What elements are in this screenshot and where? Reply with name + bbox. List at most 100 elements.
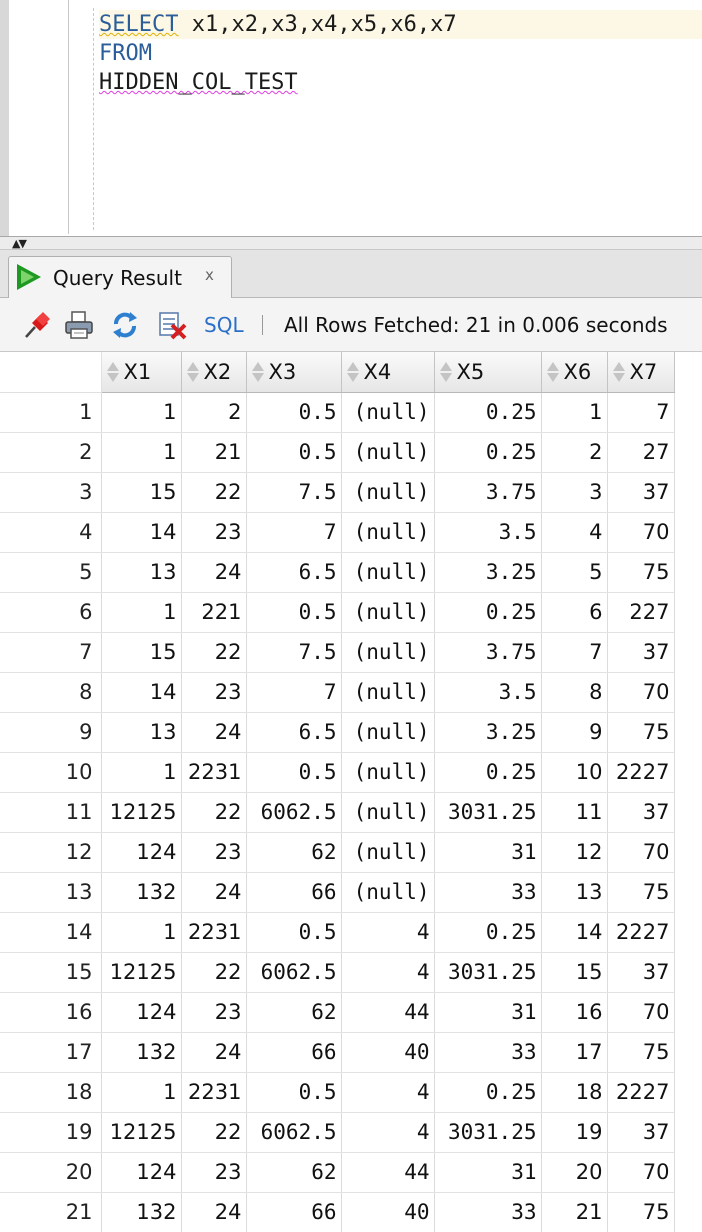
cell-x5[interactable]: 3.5 xyxy=(434,512,542,553)
cell-x6[interactable]: 9 xyxy=(541,712,608,753)
cell-x1[interactable]: 15 xyxy=(101,632,182,673)
row-number[interactable]: 18 xyxy=(0,1072,102,1113)
cell-x6[interactable]: 4 xyxy=(541,512,608,553)
panel-splitter[interactable]: ▲▼ xyxy=(0,236,702,250)
cell-x7[interactable]: 75 xyxy=(607,872,675,913)
cell-x2[interactable]: 2 xyxy=(181,392,247,433)
table-row[interactable]: 13 132 24 66 (null) 33 13 75 xyxy=(0,872,675,913)
cell-x4[interactable]: (null) xyxy=(341,512,435,553)
sort-icon[interactable] xyxy=(251,361,265,383)
cell-x2[interactable]: 22 xyxy=(181,1112,247,1153)
cell-x1[interactable]: 132 xyxy=(101,872,182,913)
cell-x3[interactable]: 7.5 xyxy=(246,632,342,673)
cell-x4[interactable]: (null) xyxy=(341,632,435,673)
cell-x6[interactable]: 14 xyxy=(541,912,608,953)
cell-x7[interactable]: 70 xyxy=(607,672,675,713)
row-number[interactable]: 17 xyxy=(0,1032,102,1073)
cell-x5[interactable]: 3031.25 xyxy=(434,1112,542,1153)
cell-x1[interactable]: 1 xyxy=(101,912,182,953)
cell-x3[interactable]: 0.5 xyxy=(246,752,342,793)
cell-x1[interactable]: 13 xyxy=(101,552,182,593)
cell-x6[interactable]: 11 xyxy=(541,792,608,833)
cell-x6[interactable]: 13 xyxy=(541,872,608,913)
cell-x5[interactable]: 0.25 xyxy=(434,432,542,473)
cell-x2[interactable]: 23 xyxy=(181,992,247,1033)
cell-x4[interactable]: 40 xyxy=(341,1032,435,1073)
table-row[interactable]: 5 13 24 6.5 (null) 3.25 5 75 xyxy=(0,552,675,593)
row-number[interactable]: 11 xyxy=(0,792,102,833)
cell-x2[interactable]: 22 xyxy=(181,632,247,673)
cell-x4[interactable]: 40 xyxy=(341,1192,435,1232)
cell-x7[interactable]: 75 xyxy=(607,1192,675,1232)
cell-x3[interactable]: 7 xyxy=(246,512,342,553)
row-number[interactable]: 3 xyxy=(0,472,102,513)
cell-x2[interactable]: 22 xyxy=(181,792,247,833)
cell-x6[interactable]: 16 xyxy=(541,992,608,1033)
cell-x1[interactable]: 14 xyxy=(101,672,182,713)
cell-x3[interactable]: 6062.5 xyxy=(246,952,342,993)
cell-x1[interactable]: 132 xyxy=(101,1032,182,1073)
refresh-icon[interactable] xyxy=(110,310,140,340)
cell-x2[interactable]: 22 xyxy=(181,472,247,513)
table-row[interactable]: 16 124 23 62 44 31 16 70 xyxy=(0,992,675,1033)
column-header-x5[interactable]: X5 xyxy=(434,352,542,393)
cell-x5[interactable]: 31 xyxy=(434,992,542,1033)
column-header-x1[interactable]: X1 xyxy=(101,352,182,393)
table-row[interactable]: 1 1 2 0.5 (null) 0.25 1 7 xyxy=(0,392,675,433)
table-row[interactable]: 19 12125 22 6062.5 4 3031.25 19 37 xyxy=(0,1112,675,1153)
cell-x4[interactable]: (null) xyxy=(341,712,435,753)
cell-x5[interactable]: 0.25 xyxy=(434,1072,542,1113)
cell-x4[interactable]: 4 xyxy=(341,1072,435,1113)
row-number[interactable]: 9 xyxy=(0,712,102,753)
cell-x3[interactable]: 6062.5 xyxy=(246,792,342,833)
table-row[interactable]: 3 15 22 7.5 (null) 3.75 3 37 xyxy=(0,472,675,513)
cell-x1[interactable]: 13 xyxy=(101,712,182,753)
cell-x6[interactable]: 3 xyxy=(541,472,608,513)
cell-x4[interactable]: (null) xyxy=(341,552,435,593)
table-row[interactable]: 6 1 221 0.5 (null) 0.25 6 227 xyxy=(0,592,675,633)
cell-x4[interactable]: (null) xyxy=(341,432,435,473)
table-row[interactable]: 11 12125 22 6062.5 (null) 3031.25 11 37 xyxy=(0,792,675,833)
cell-x5[interactable]: 3.75 xyxy=(434,632,542,673)
cell-x7[interactable]: 37 xyxy=(607,792,675,833)
cell-x5[interactable]: 0.25 xyxy=(434,752,542,793)
cell-x3[interactable]: 7.5 xyxy=(246,472,342,513)
print-icon[interactable] xyxy=(64,310,94,340)
collapse-arrows-icon[interactable]: ▲▼ xyxy=(12,238,27,249)
table-row[interactable]: 17 132 24 66 40 33 17 75 xyxy=(0,1032,675,1073)
cell-x1[interactable]: 1 xyxy=(101,392,182,433)
cell-x1[interactable]: 1 xyxy=(101,1072,182,1113)
cell-x2[interactable]: 23 xyxy=(181,672,247,713)
clear-icon[interactable] xyxy=(158,310,188,340)
cell-x4[interactable]: 44 xyxy=(341,992,435,1033)
table-row[interactable]: 15 12125 22 6062.5 4 3031.25 15 37 xyxy=(0,952,675,993)
cell-x5[interactable]: 3.25 xyxy=(434,552,542,593)
column-header-x6[interactable]: X6 xyxy=(541,352,608,393)
cell-x4[interactable]: 4 xyxy=(341,952,435,993)
cell-x4[interactable]: (null) xyxy=(341,752,435,793)
cell-x3[interactable]: 7 xyxy=(246,672,342,713)
cell-x6[interactable]: 18 xyxy=(541,1072,608,1113)
cell-x3[interactable]: 62 xyxy=(246,1152,342,1193)
cell-x6[interactable]: 15 xyxy=(541,952,608,993)
table-row[interactable]: 7 15 22 7.5 (null) 3.75 7 37 xyxy=(0,632,675,673)
cell-x1[interactable]: 124 xyxy=(101,1152,182,1193)
cell-x7[interactable]: 7 xyxy=(607,392,675,433)
cell-x2[interactable]: 23 xyxy=(181,1152,247,1193)
cell-x2[interactable]: 24 xyxy=(181,552,247,593)
cell-x7[interactable]: 75 xyxy=(607,1032,675,1073)
cell-x7[interactable]: 70 xyxy=(607,832,675,873)
cell-x7[interactable]: 75 xyxy=(607,552,675,593)
cell-x7[interactable]: 37 xyxy=(607,1112,675,1153)
cell-x3[interactable]: 6062.5 xyxy=(246,1112,342,1153)
cell-x2[interactable]: 2231 xyxy=(181,752,247,793)
column-header-x3[interactable]: X3 xyxy=(246,352,342,393)
cell-x6[interactable]: 1 xyxy=(541,392,608,433)
table-row[interactable]: 12 124 23 62 (null) 31 12 70 xyxy=(0,832,675,873)
cell-x5[interactable]: 33 xyxy=(434,1192,542,1232)
cell-x6[interactable]: 17 xyxy=(541,1032,608,1073)
cell-x2[interactable]: 24 xyxy=(181,1032,247,1073)
cell-x3[interactable]: 0.5 xyxy=(246,432,342,473)
cell-x5[interactable]: 0.25 xyxy=(434,912,542,953)
cell-x2[interactable]: 21 xyxy=(181,432,247,473)
